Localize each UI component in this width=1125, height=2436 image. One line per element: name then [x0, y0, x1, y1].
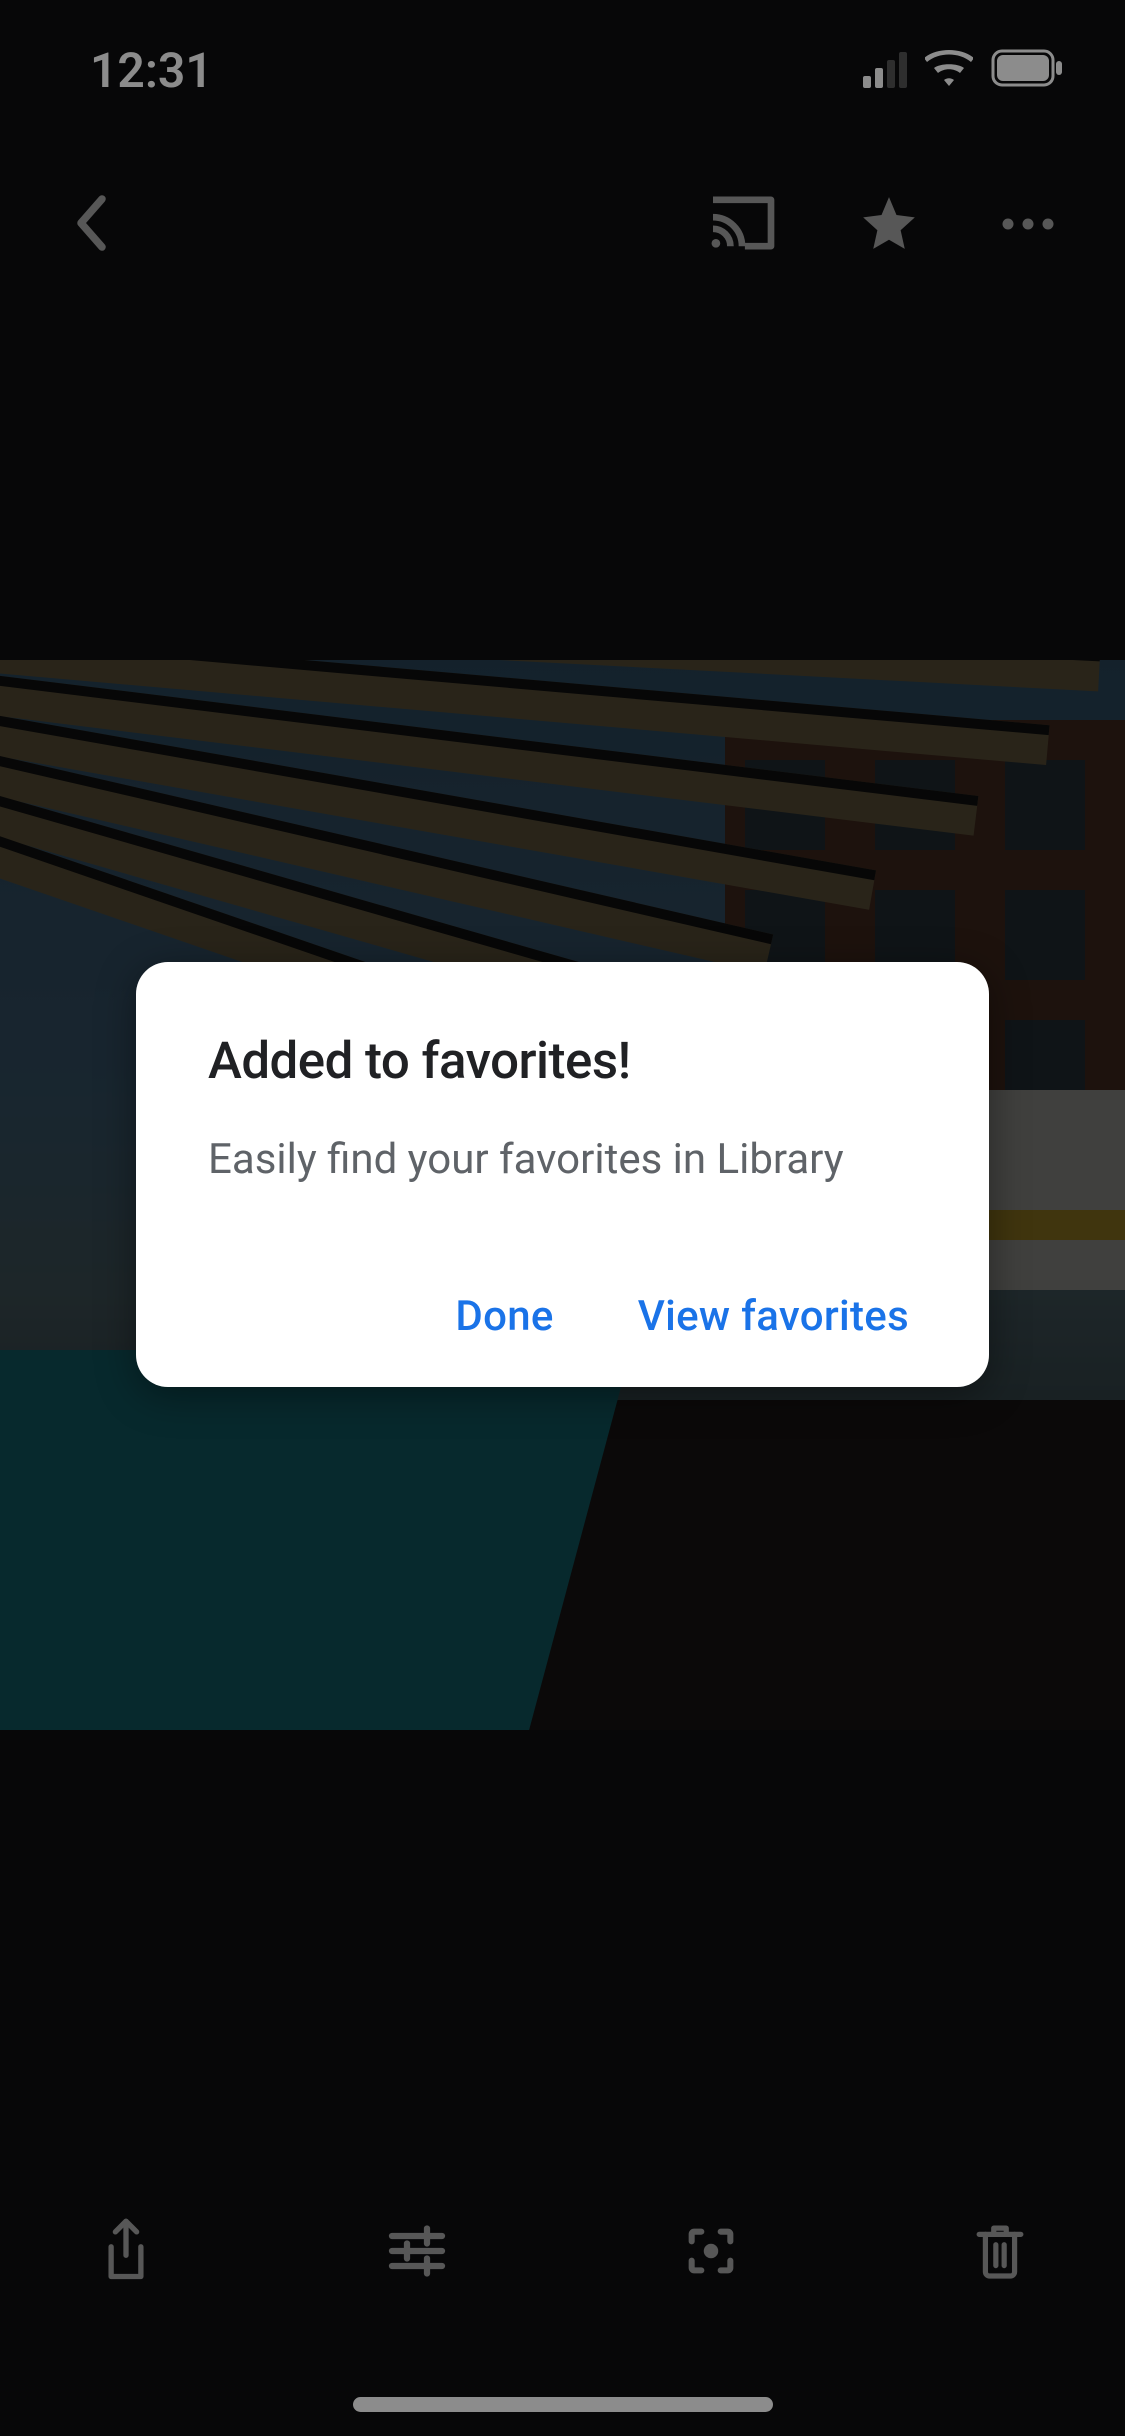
- done-button[interactable]: Done: [447, 1280, 561, 1353]
- dialog-body: Easily find your favorites in Library: [208, 1131, 917, 1190]
- dialog-actions: Done View favorites: [208, 1280, 917, 1353]
- favorites-dialog: Added to favorites! Easily find your fav…: [136, 962, 989, 1387]
- dialog-title: Added to favorites!: [208, 1032, 917, 1091]
- view-favorites-button[interactable]: View favorites: [630, 1280, 917, 1353]
